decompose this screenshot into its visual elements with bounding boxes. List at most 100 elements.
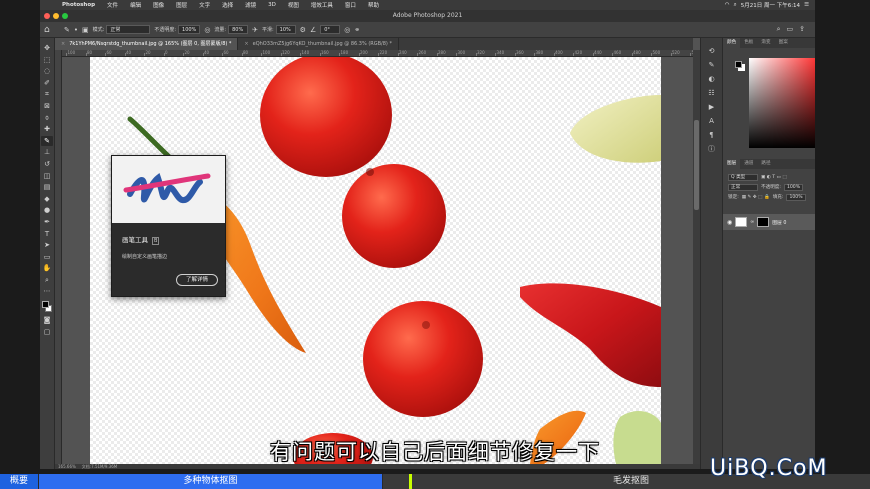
vertical-scrollbar[interactable] xyxy=(693,50,700,464)
color-swatches[interactable] xyxy=(41,300,53,314)
eraser-tool-icon[interactable]: ◫ xyxy=(41,171,53,182)
layer-name[interactable]: 图层 0 xyxy=(772,219,786,226)
tab-paths[interactable]: 路径 xyxy=(757,159,774,169)
wifi-icon[interactable]: ◠ xyxy=(725,2,730,8)
menu-edit[interactable]: 编辑 xyxy=(124,1,147,9)
info-icon[interactable]: ⓘ xyxy=(706,144,718,154)
move-tool-icon[interactable]: ✥ xyxy=(41,43,53,54)
color-picker[interactable] xyxy=(749,58,815,148)
chapter-multi-object[interactable]: 多种物体抠图 xyxy=(39,474,382,489)
more-tools-icon[interactable]: ⋯ xyxy=(41,286,53,297)
angle-icon[interactable]: ∠ xyxy=(310,26,316,34)
search-icon[interactable]: ⌕ xyxy=(777,25,781,34)
panel-foreground-color[interactable] xyxy=(735,61,742,68)
angle-input[interactable]: 0° xyxy=(320,25,341,34)
pressure-opacity-icon[interactable]: ◎ xyxy=(204,26,210,34)
learn-more-button[interactable]: 了解详情 xyxy=(176,274,218,286)
menu-help[interactable]: 帮助 xyxy=(362,1,385,9)
minimize-window-button[interactable] xyxy=(53,13,59,19)
layer-thumbnail[interactable] xyxy=(735,217,748,227)
menu-3d[interactable]: 3D xyxy=(262,2,282,8)
link-icon[interactable]: ∞ xyxy=(750,220,754,225)
paragraph-icon[interactable]: ¶ xyxy=(706,130,718,140)
properties-icon[interactable]: ☷ xyxy=(706,88,718,98)
brush-panel-icon[interactable]: ✎ xyxy=(706,60,718,70)
actions-icon[interactable]: ▶ xyxy=(706,102,718,112)
mode-select[interactable]: 正常 xyxy=(106,25,151,34)
layer-mask-thumbnail[interactable] xyxy=(757,217,770,227)
healing-brush-tool-icon[interactable]: ✚ xyxy=(41,124,53,135)
pen-tool-icon[interactable]: ✒ xyxy=(41,217,53,228)
zoom-tool-icon[interactable]: ⌕ xyxy=(41,275,53,286)
layer-row[interactable]: ◉ ∞ 图层 0 xyxy=(723,214,815,230)
close-tab-icon[interactable]: × xyxy=(244,41,248,47)
opacity-input[interactable]: 100% xyxy=(178,25,201,34)
menu-view[interactable]: 视图 xyxy=(282,1,305,9)
smooth-input[interactable]: 10% xyxy=(275,25,296,34)
share-icon[interactable]: ⇪ xyxy=(799,25,805,34)
character-icon[interactable]: A xyxy=(706,116,718,126)
airbrush-icon[interactable]: ✈ xyxy=(252,26,258,34)
workspace-icon[interactable]: ▭ xyxy=(787,25,794,34)
tab-patterns[interactable]: 图案 xyxy=(775,38,792,48)
screen-mode-icon[interactable]: ▢ xyxy=(41,327,53,338)
crop-tool-icon[interactable]: ⌗ xyxy=(41,89,53,100)
tab-channels[interactable]: 通道 xyxy=(740,159,757,169)
brush-settings-icon[interactable]: ▣ xyxy=(82,26,89,34)
zoom-window-button[interactable] xyxy=(62,13,68,19)
visibility-eye-icon[interactable]: ◉ xyxy=(727,219,732,226)
menu-file[interactable]: 文件 xyxy=(101,1,124,9)
tab-color[interactable]: 颜色 xyxy=(723,38,741,48)
frame-tool-icon[interactable]: ⊠ xyxy=(41,101,53,112)
menu-clock[interactable]: 5月21日 周一 下午6:14 xyxy=(741,1,800,9)
symmetry-icon[interactable]: ⚭ xyxy=(354,26,360,34)
close-window-button[interactable] xyxy=(44,13,50,19)
chapter-overview[interactable]: 概要 xyxy=(0,474,38,489)
history-brush-tool-icon[interactable]: ↺ xyxy=(41,159,53,170)
pressure-size-icon[interactable]: ◎ xyxy=(344,26,350,34)
type-tool-icon[interactable]: T xyxy=(41,229,53,240)
lock-icons[interactable]: ▦ ✎ ✥ ⬚ 🔒 xyxy=(742,195,770,200)
foreground-color[interactable] xyxy=(42,301,49,309)
menu-app-name[interactable]: Photoshop xyxy=(56,2,101,8)
hand-tool-icon[interactable]: ✋ xyxy=(41,263,53,274)
quick-mask-icon[interactable]: ◙ xyxy=(41,315,53,326)
flow-input[interactable]: 80% xyxy=(228,25,249,34)
blend-mode-select[interactable]: 正常 xyxy=(728,183,758,191)
scrollbar-thumb[interactable] xyxy=(694,120,699,210)
saturation-brightness-field[interactable] xyxy=(749,58,815,148)
home-icon[interactable]: ⌂ xyxy=(44,25,50,35)
marquee-tool-icon[interactable]: ⬚ xyxy=(41,55,53,66)
dodge-tool-icon[interactable]: ● xyxy=(41,205,53,216)
menu-filter[interactable]: 滤镜 xyxy=(239,1,262,9)
brush-size-icon[interactable]: • xyxy=(74,26,78,34)
menu-type[interactable]: 文字 xyxy=(193,1,216,9)
adjustments-icon[interactable]: ◐ xyxy=(706,74,718,84)
fill-input[interactable]: 100% xyxy=(786,193,806,201)
shape-tool-icon[interactable]: ▭ xyxy=(41,252,53,263)
layer-opacity-input[interactable]: 100% xyxy=(783,183,804,191)
lasso-tool-icon[interactable]: ◌ xyxy=(41,66,53,77)
close-tab-icon[interactable]: × xyxy=(61,41,65,47)
menu-image[interactable]: 图像 xyxy=(147,1,170,9)
eyedropper-tool-icon[interactable]: ⌽ xyxy=(41,113,53,124)
tab-document-1[interactable]: × 7k1YhPM6/Nsqrstdg_thumbnail.jpg @ 165% … xyxy=(55,38,239,50)
control-center-icon[interactable]: ☰ xyxy=(804,2,809,8)
menu-select[interactable]: 选择 xyxy=(216,1,239,9)
stamp-tool-icon[interactable]: ⊥ xyxy=(41,147,53,158)
menu-layer[interactable]: 图层 xyxy=(170,1,193,9)
search-icon[interactable]: ⌕ xyxy=(734,2,737,9)
smooth-settings-icon[interactable]: ⚙ xyxy=(300,26,306,34)
brush-tool-icon[interactable]: ✎ xyxy=(41,135,53,147)
blur-tool-icon[interactable]: ◆ xyxy=(41,194,53,205)
menu-plugins[interactable]: 增效工具 xyxy=(305,1,339,9)
quick-select-tool-icon[interactable]: ✐ xyxy=(41,78,53,89)
layer-kind-filter[interactable]: Q 类型 xyxy=(728,173,758,181)
tab-document-2[interactable]: × eQhO33mZ5jg6YqKO_thumbnail.jpg @ 86.3% … xyxy=(238,38,399,50)
filter-icons[interactable]: ▣ ◐ T ▭ ⬚ xyxy=(761,175,787,180)
brush-preset-icon[interactable]: ✎ xyxy=(64,26,70,34)
gradient-tool-icon[interactable]: ▤ xyxy=(41,182,53,193)
tab-swatches[interactable]: 色板 xyxy=(740,38,757,48)
tab-layers[interactable]: 图层 xyxy=(723,159,741,169)
playhead[interactable] xyxy=(409,474,412,489)
